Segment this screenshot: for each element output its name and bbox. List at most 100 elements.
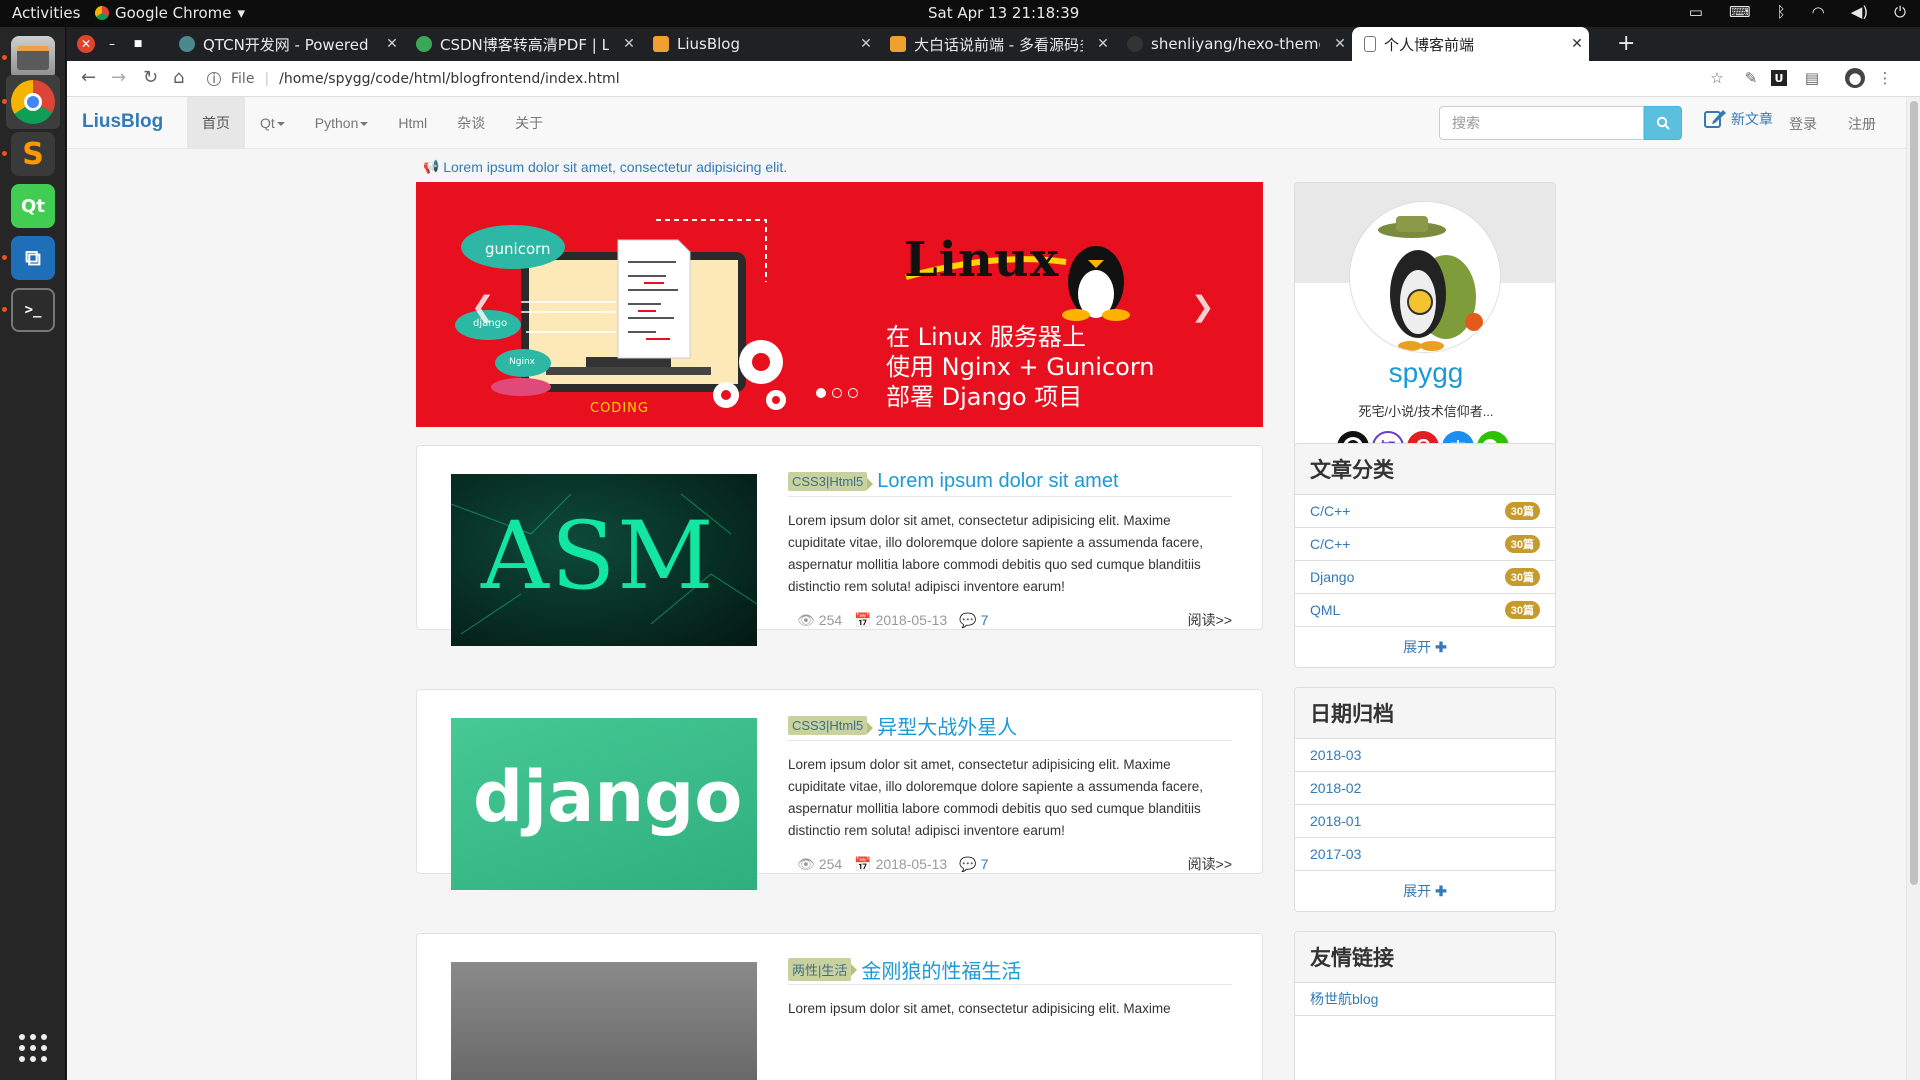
article-tag[interactable]: 两性|生活 xyxy=(788,957,858,981)
nav-item-about[interactable]: 关于 xyxy=(500,97,558,149)
carousel-dot[interactable] xyxy=(816,388,826,398)
keyboard-icon[interactable]: ⌨ xyxy=(1729,3,1751,21)
archive-date: 2018-02 xyxy=(1310,780,1362,796)
views-meta: 👁 254 xyxy=(797,856,842,873)
archive-item[interactable]: 2018-02 xyxy=(1295,772,1555,805)
dock-qtcreator[interactable]: Qt xyxy=(6,179,60,233)
close-icon[interactable]: ✕ xyxy=(1565,36,1589,52)
avatar[interactable] xyxy=(1349,201,1501,353)
forward-icon[interactable]: → xyxy=(111,67,126,88)
close-icon[interactable]: ✕ xyxy=(854,36,878,52)
comments-meta[interactable]: 💬 7 xyxy=(959,612,988,629)
article-title[interactable]: 金刚狼的性福生活 xyxy=(861,955,1021,984)
bluetooth-icon[interactable]: ᛒ xyxy=(1777,3,1786,21)
dock-vscode[interactable]: ⧉ xyxy=(6,231,60,285)
volume-icon[interactable]: ◀) xyxy=(1851,3,1868,21)
menu-dots-icon[interactable]: ⋮ xyxy=(1875,68,1895,88)
site-brand[interactable]: LiusBlog xyxy=(82,111,163,133)
archive-item[interactable]: 2018-01 xyxy=(1295,805,1555,838)
omnibox[interactable]: i File | /home/spygg/code/html/blogfront… xyxy=(207,63,1757,95)
nav-item-html[interactable]: Html xyxy=(383,97,442,149)
nav-item-python[interactable]: Python xyxy=(300,97,384,149)
archive-date: 2018-01 xyxy=(1310,813,1362,829)
scrollbar-thumb[interactable] xyxy=(1910,101,1918,885)
chevron-left-icon[interactable]: ❮ xyxy=(471,290,494,323)
url-text[interactable]: /home/spygg/code/html/blogfrontend/index… xyxy=(279,71,619,87)
new-article-link[interactable]: 新文章 xyxy=(1703,107,1773,131)
profile-name[interactable]: spygg xyxy=(1295,357,1555,389)
page-scrollbar[interactable] xyxy=(1906,97,1920,1080)
search-input[interactable]: 搜索 xyxy=(1439,106,1644,140)
terminal-icon: >_ xyxy=(11,288,55,332)
article-thumbnail[interactable]: ASM xyxy=(451,474,757,646)
browser-tab[interactable]: LiusBlog ✕ xyxy=(641,27,878,61)
show-applications[interactable] xyxy=(6,1021,60,1075)
close-window-button[interactable]: ✕ xyxy=(77,35,95,53)
nav-item-home[interactable]: 首页 xyxy=(187,97,245,149)
reader-icon[interactable]: ▤ xyxy=(1802,68,1822,88)
read-more-link[interactable]: 阅读>> xyxy=(1188,854,1232,874)
archive-item[interactable]: 2018-03 xyxy=(1295,739,1555,772)
nav-item-qt[interactable]: Qt xyxy=(245,97,300,149)
power-icon[interactable]: ⏻ xyxy=(1894,3,1906,21)
app-menu-label: Google Chrome xyxy=(115,4,232,22)
read-more-link[interactable]: 阅读>> xyxy=(1188,610,1232,630)
home-icon[interactable]: ⌂ xyxy=(173,67,184,88)
screen-icon[interactable]: ▭ xyxy=(1689,3,1703,21)
close-icon[interactable]: ✕ xyxy=(617,36,641,52)
back-icon[interactable]: ← xyxy=(81,67,96,88)
article-header: CSS3|Html5 Lorem ipsum dolor sit amet xyxy=(788,466,1232,497)
browser-tab[interactable]: QTCN开发网 - Powered by ✕ xyxy=(167,27,404,61)
dock-chrome[interactable] xyxy=(6,75,60,129)
close-icon[interactable]: ✕ xyxy=(1328,36,1352,52)
file-manager-icon xyxy=(11,36,55,80)
minimize-window-button[interactable]: – xyxy=(103,35,121,53)
wifi-icon[interactable]: ◠ xyxy=(1812,3,1825,21)
info-icon[interactable]: i xyxy=(207,72,221,87)
friend-link[interactable]: 杨世航blog xyxy=(1295,983,1555,1016)
extension-icon[interactable]: ✎ xyxy=(1741,68,1761,88)
extension-icon[interactable]: U xyxy=(1771,70,1787,86)
browser-tab[interactable]: shenliyang/hexo-theme-s ✕ xyxy=(1115,27,1352,61)
bookmark-star-icon[interactable]: ☆ xyxy=(1707,68,1727,88)
expand-link[interactable]: 展开 ✚ xyxy=(1295,871,1555,911)
category-item[interactable]: Django 30篇 xyxy=(1295,561,1555,594)
dock-sublime[interactable]: S xyxy=(6,127,60,181)
carousel-dot[interactable] xyxy=(848,388,858,398)
archive-item[interactable]: 2017-03 xyxy=(1295,838,1555,871)
login-link[interactable]: 登录 xyxy=(1789,114,1817,134)
nav-item-misc[interactable]: 杂谈 xyxy=(442,97,500,149)
reload-icon[interactable]: ↻ xyxy=(143,67,158,88)
activities-button[interactable]: Activities xyxy=(12,4,80,22)
category-item[interactable]: C/C++ 30篇 xyxy=(1295,528,1555,561)
register-link[interactable]: 注册 xyxy=(1848,114,1876,134)
close-icon[interactable]: ✕ xyxy=(1091,36,1115,52)
clock[interactable]: Sat Apr 13 21:18:39 xyxy=(928,4,1079,22)
hero-carousel[interactable]: gunicorn django Nginx Linux 在 Linux 服务器上… xyxy=(416,182,1263,427)
announcement[interactable]: 📢 Lorem ipsum dolor sit amet, consectetu… xyxy=(423,159,787,175)
article-title[interactable]: 异型大战外星人 xyxy=(877,711,1017,740)
comments-meta[interactable]: 💬 7 xyxy=(959,856,988,873)
expand-link[interactable]: 展开 ✚ xyxy=(1295,627,1555,667)
article-title[interactable]: Lorem ipsum dolor sit amet xyxy=(877,470,1118,493)
article-tag[interactable]: CSS3|Html5 xyxy=(788,471,874,491)
article-tag[interactable]: CSS3|Html5 xyxy=(788,715,874,735)
browser-tab[interactable]: CSDN博客转高清PDF | Liu ✕ xyxy=(404,27,641,61)
article-thumbnail[interactable]: django xyxy=(451,718,757,890)
category-item[interactable]: QML 30篇 xyxy=(1295,594,1555,627)
search-button[interactable] xyxy=(1644,106,1682,140)
browser-tab[interactable]: 大白话说前端 - 多看源码多 ✕ xyxy=(878,27,1115,61)
new-tab-button[interactable]: + xyxy=(1617,31,1635,56)
article-thumbnail[interactable] xyxy=(451,962,757,1080)
carousel-dot[interactable] xyxy=(832,388,842,398)
app-menu[interactable]: Google Chrome ▾ xyxy=(95,4,245,22)
profile-avatar-icon[interactable]: ● xyxy=(1845,68,1865,88)
system-tray[interactable]: ▭ ⌨ ᛒ ◠ ◀) ⏻ xyxy=(1689,3,1906,21)
browser-tab-active[interactable]: 个人博客前端 ✕ xyxy=(1352,27,1589,61)
category-item[interactable]: C/C++ 30篇 xyxy=(1295,495,1555,528)
maximize-window-button[interactable]: ■ xyxy=(129,35,147,53)
chevron-right-icon[interactable]: ❯ xyxy=(1191,290,1214,323)
dock-terminal[interactable]: >_ xyxy=(6,283,60,337)
ubuntu-dock: S Qt ⧉ >_ xyxy=(0,27,66,1080)
close-icon[interactable]: ✕ xyxy=(380,36,404,52)
